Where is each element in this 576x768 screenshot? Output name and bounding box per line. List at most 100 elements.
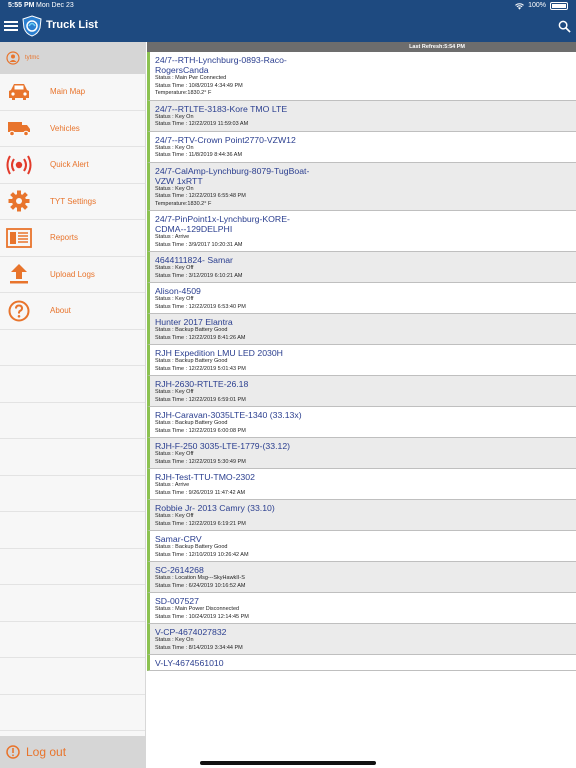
sidebar-item-quick-alert[interactable]: Quick Alert (0, 147, 145, 184)
truck-row[interactable]: RJH-Test-TTU-TMO-2302 Status : Arrive Stat… (147, 469, 576, 500)
truck-row[interactable]: RJH Expedition LMU LED 2030H Status : Bac… (147, 345, 576, 376)
sidebar-item-main-map[interactable]: Main Map (0, 74, 145, 111)
truck-row[interactable]: Alison-4509 Status : Key Off Status Time :… (147, 283, 576, 314)
truck-status-line: Status : Location Msg---SkyHawkII-S (155, 575, 245, 581)
truck-row[interactable]: 24/7--RTH-Lynchburg-0893-Raco-RogersCand… (147, 52, 576, 101)
truck-name: SD-007527 (155, 596, 199, 606)
user-row: tytmc (0, 42, 145, 74)
truck-name: SC-2614268 (155, 565, 204, 575)
truck-status-line: Status : Key On (155, 144, 194, 151)
truck-status-line: Temperature:1830.2° F (155, 90, 212, 96)
search-icon[interactable] (558, 20, 571, 33)
truck-row[interactable]: 24/7--RTLTE-3183-Kore TMO LTE Status : Ke… (147, 100, 576, 132)
truck-list: Last Refresh:5:54 PM 24/7--RTH-Lynchburg… (147, 42, 576, 768)
battery-icon (550, 2, 568, 10)
truck-name: Hunter 2017 Elantra (155, 317, 233, 327)
divider (0, 439, 145, 476)
divider (0, 585, 145, 622)
truck-name: Alison-4509 (155, 286, 201, 296)
sidebar-item-upload-logs[interactable]: Upload Logs (0, 257, 145, 293)
truck-name: V-LY-4674561010 (155, 658, 224, 668)
truck-status-line: Status Time : 12/22/2019 6:19:21 PM (155, 520, 246, 527)
truck-status-line: Status Time : 6/24/2019 10:16:52 AM (155, 582, 246, 589)
app-logo-icon (22, 15, 42, 37)
truck-status-line: Status Time : 12/22/2019 6:00:08 PM (155, 427, 246, 434)
upload-icon (6, 262, 32, 286)
gear-icon (6, 189, 32, 213)
truck-status-line: Status : Backup Battery Good (155, 327, 228, 333)
truck-row[interactable]: Hunter 2017 Elantra Status : Backup Batte… (147, 314, 576, 345)
truck-status-line: Temperature:1830.2° F (155, 200, 212, 207)
truck-status-line: Status Time : 12/22/2019 6:55:48 PM (155, 193, 246, 199)
divider (0, 476, 145, 512)
menu-icon[interactable] (4, 19, 18, 33)
truck-row[interactable]: RJH-2630-RTLTE-26.18 Status : Key Off Stat… (147, 376, 576, 407)
sidebar-item-reports[interactable]: Reports (0, 220, 145, 257)
status-bar: 5:55 PM Mon Dec 23 100% (0, 0, 576, 12)
sidebar-item-vehicles[interactable]: Vehicles (0, 111, 145, 147)
truck-name: 24/7--RTV-Crown Point2770-VZW12 (155, 134, 296, 145)
car-icon (6, 80, 32, 104)
sidebar-item-tyt-settings[interactable]: TYT Settings (0, 184, 145, 220)
truck-status-line: Status Time : 3/9/2017 10:20:31 AM (155, 241, 243, 248)
truck-status-line: Status : Backup Battery Good (155, 420, 228, 426)
sidebar-item-about[interactable]: About (0, 293, 145, 330)
truck-name: 24/7--RTLTE-3183-Kore TMO LTE (155, 103, 288, 114)
home-indicator (200, 761, 376, 765)
sidebar-item-label: Quick Alert (50, 160, 89, 170)
truck-status-line: Status Time : 12/22/2019 5:30:49 PM (155, 458, 246, 465)
truck-name: RJH-Caravan-3035LTE-1340 (33.13x) (155, 410, 302, 420)
divider (0, 549, 145, 585)
divider (0, 512, 145, 549)
truck-status-line: Status : Arrive (155, 482, 190, 488)
truck-row[interactable]: Robbie Jr- 2013 Camry (33.10) Status : Ke… (147, 500, 576, 531)
divider (0, 658, 145, 695)
truck-row[interactable]: 24/7--RTV-Crown Point2770-VZW12 Status : … (147, 131, 576, 163)
truck-status-line: Status Time : 12/22/2019 6:59:01 PM (155, 396, 246, 403)
truck-status-line: Status Time : 12/22/2019 8:41:26 AM (155, 334, 246, 341)
truck-status-line: Status : Key On (155, 637, 194, 643)
battery-percent: 100% (528, 2, 546, 9)
sidebar-item-label: Main Map (50, 87, 86, 97)
truck-row[interactable]: 24/7-CalAmp-Lynchburg-8079-TugBoat-VZW 1… (147, 162, 576, 211)
truck-status-line: Status Time : 12/22/2019 5:01:43 PM (155, 365, 246, 372)
truck-status-line: Status : Arrive (155, 234, 190, 240)
truck-name: RJH Expedition LMU LED 2030H (155, 348, 283, 358)
truck-row[interactable]: SD-007527 Status : Main Power Disconnecte… (147, 593, 576, 624)
truck-status-line: Status : Key Off (155, 389, 194, 395)
divider (0, 366, 145, 403)
truck-row[interactable]: RJH-Caravan-3035LTE-1340 (33.13x) Status … (147, 407, 576, 438)
user-name: tytmc (25, 55, 40, 61)
logout-button[interactable]: Log out (0, 736, 146, 768)
status-date: Mon Dec 23 (36, 2, 74, 9)
truck-name: RJH-2630-RTLTE-26.18 (155, 379, 249, 389)
power-icon (6, 745, 20, 759)
truck-status-line: Status : Key On (155, 113, 194, 120)
truck-name: 24/7-PinPoint1x-Lynchburg-KORE-CDMA--129… (155, 214, 290, 234)
truck-status-line: Status : Backup Battery Good (155, 544, 228, 550)
truck-name: 4644111824- Samar (155, 255, 233, 265)
truck-row[interactable]: SC-2614268 Status : Location Msg---SkyHaw… (147, 562, 576, 593)
sidebar: tytmc Main Map Vehicles Quick Alert TYT … (0, 42, 146, 768)
truck-icon (6, 116, 32, 140)
top-header: Truck List (0, 12, 576, 42)
truck-status-line: Status Time : 8/14/2019 3:34:44 PM (155, 644, 243, 651)
truck-status-line: Status : Key Off (155, 265, 194, 271)
truck-rows: 24/7--RTH-Lynchburg-0893-Raco-RogersCand… (147, 52, 576, 671)
truck-status-line: Status : Main Pwr Connected (155, 75, 227, 81)
truck-row[interactable]: 24/7-PinPoint1x-Lynchburg-KORE-CDMA--129… (147, 211, 576, 252)
user-icon (6, 51, 20, 65)
truck-status-line: Status Time : 3/12/2019 6:10:21 AM (155, 272, 243, 279)
page-title: Truck List (46, 19, 98, 31)
truck-name: RJH-F-250 3035-LTE-1779-(33.12) (155, 441, 291, 451)
truck-row[interactable]: RJH-F-250 3035-LTE-1779-(33.12) Status : … (147, 438, 576, 469)
truck-row[interactable]: 4644111824- Samar Status : Key Off Status … (147, 252, 576, 283)
truck-status-line: Status Time : 11/8/2019 8:44:36 AM (155, 152, 243, 158)
truck-status-line: Status Time : 12/22/2019 11:59:03 AM (155, 121, 249, 127)
truck-row[interactable]: V-LY-4674561010 (147, 655, 576, 671)
sidebar-item-label: About (50, 306, 71, 316)
truck-status-line: Status Time : 12/22/2019 6:53:40 PM (155, 303, 246, 310)
truck-row[interactable]: Samar-CRV Status : Backup Battery Good Sta… (147, 531, 576, 562)
truck-row[interactable]: V-CP-4674027832 Status : Key On Status Tim… (147, 624, 576, 655)
truck-name: RJH-Test-TTU-TMO-2302 (155, 472, 255, 482)
